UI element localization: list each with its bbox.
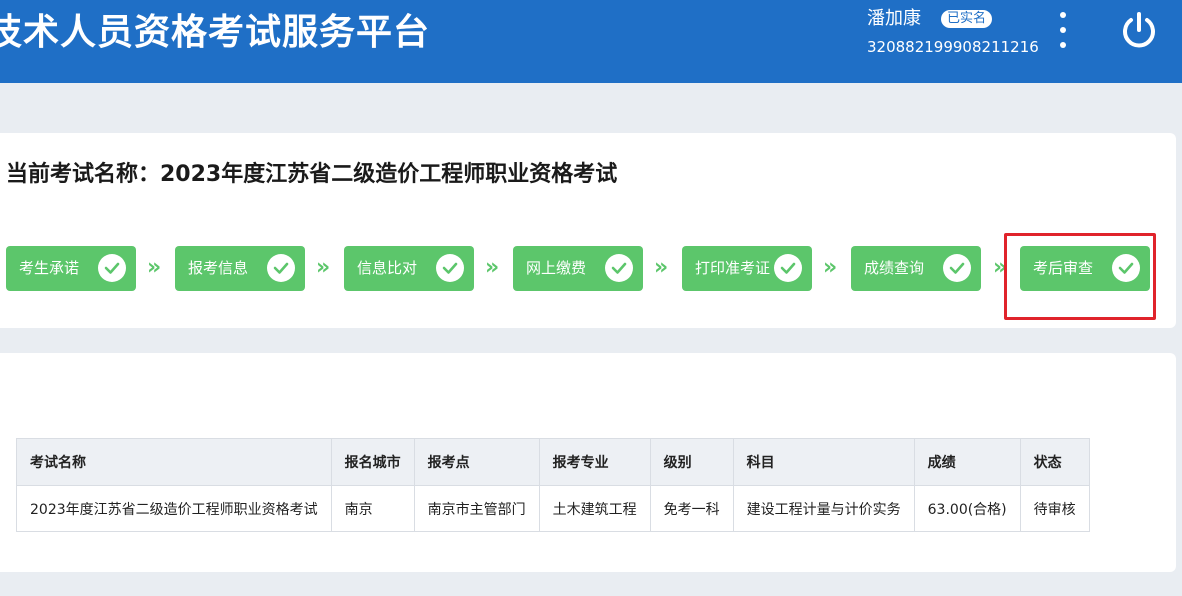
table-header-row: 考试名称 报名城市 报考点 报考专业 级别 科目 成绩 状态 xyxy=(16,438,1090,486)
table-cell: 2023年度江苏省二级造价工程师职业资格考试 xyxy=(16,485,332,532)
step-4[interactable]: 网上缴费 xyxy=(513,246,643,291)
step-arrow-icon: » xyxy=(485,255,500,280)
column-header: 成绩 xyxy=(913,438,1021,486)
table-cell: 土木建筑工程 xyxy=(538,485,651,532)
step-2[interactable]: 报考信息 xyxy=(175,246,305,291)
step-arrow-icon: » xyxy=(654,255,669,280)
results-table: 考试名称 报名城市 报考点 报考专业 级别 科目 成绩 状态 2023年度江苏省二级造价工程师… xyxy=(16,438,1090,532)
table-cell: 建设工程计量与计价实务 xyxy=(732,485,915,532)
step-label: 考生承诺 xyxy=(19,259,80,277)
step-6[interactable]: 成绩查询 xyxy=(851,246,981,291)
column-header: 报名城市 xyxy=(330,438,415,486)
step-arrow-icon: » xyxy=(823,255,838,280)
step-label: 打印准考证 xyxy=(695,259,771,277)
step-5[interactable]: 打印准考证 xyxy=(682,246,812,291)
more-vertical-icon[interactable] xyxy=(1050,12,1076,48)
check-icon xyxy=(605,254,633,282)
step-1[interactable]: 考生承诺 xyxy=(6,246,136,291)
step-arrow-icon: » xyxy=(147,255,162,280)
step-label: 报考信息 xyxy=(188,259,249,277)
app-title: 技术人员资格考试服务平台 xyxy=(0,12,431,53)
check-icon xyxy=(98,254,126,282)
check-icon xyxy=(436,254,464,282)
step-3[interactable]: 信息比对 xyxy=(344,246,474,291)
column-header: 级别 xyxy=(649,438,734,486)
column-header: 报考专业 xyxy=(538,438,651,486)
column-header: 状态 xyxy=(1019,438,1090,486)
user-id-number: 320882199908211216 xyxy=(867,38,1039,56)
table-cell: 待审核 xyxy=(1019,485,1090,532)
table-cell: 南京市主管部门 xyxy=(413,485,540,532)
column-header: 考试名称 xyxy=(16,438,332,486)
column-header: 科目 xyxy=(732,438,915,486)
table-cell: 南京 xyxy=(330,485,415,532)
column-header: 报考点 xyxy=(413,438,540,486)
more-dot xyxy=(1060,12,1066,18)
more-dot xyxy=(1060,42,1066,48)
power-icon[interactable] xyxy=(1119,10,1159,50)
check-icon xyxy=(943,254,971,282)
highlight-box xyxy=(1004,233,1156,320)
step-arrow-icon: » xyxy=(316,255,331,280)
more-dot xyxy=(1060,27,1066,33)
table-cell: 63.00(合格) xyxy=(913,485,1021,532)
table-cell: 免考一科 xyxy=(649,485,734,532)
table-row: 2023年度江苏省二级造价工程师职业资格考试 南京 南京市主管部门 土木建筑工程 免考一… xyxy=(16,485,1090,532)
check-icon xyxy=(267,254,295,282)
table-body: 2023年度江苏省二级造价工程师职业资格考试 南京 南京市主管部门 土木建筑工程 免考一… xyxy=(16,485,1090,532)
user-name: 潘加康 xyxy=(867,8,921,29)
current-exam-title: 当前考试名称：2023年度江苏省二级造价工程师职业资格考试 xyxy=(6,162,618,187)
app-header: 技术人员资格考试服务平台 潘加康 已实名 320882199908211216 xyxy=(0,0,1182,83)
step-label: 信息比对 xyxy=(357,259,418,277)
step-label: 成绩查询 xyxy=(864,259,925,277)
check-icon xyxy=(774,254,802,282)
verified-badge: 已实名 xyxy=(941,10,993,28)
step-label: 网上缴费 xyxy=(526,259,587,277)
